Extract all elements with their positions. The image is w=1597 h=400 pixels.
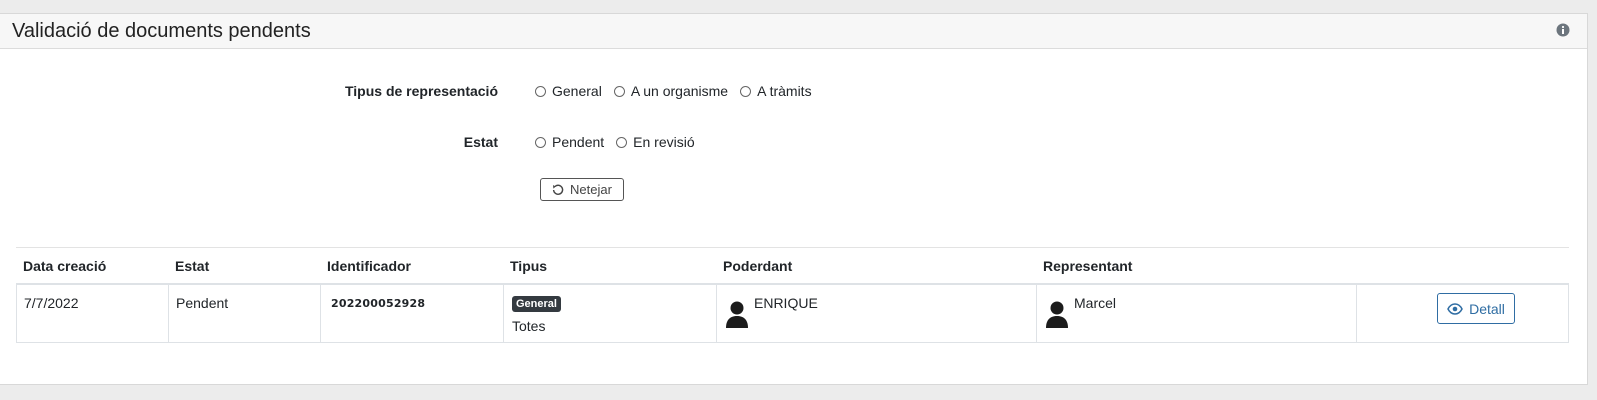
representation-label: Tipus de representació — [344, 83, 498, 99]
cell-identifier: 202200052928 — [331, 297, 426, 310]
radio-general[interactable]: General — [535, 83, 602, 99]
info-circle-icon[interactable] — [1556, 23, 1570, 37]
radio-label: En revisió — [633, 134, 695, 150]
column-header-status[interactable]: Estat — [175, 258, 209, 274]
cell-date: 7/7/2022 — [24, 295, 79, 311]
column-header-identifier[interactable]: Identificador — [327, 258, 411, 274]
rotate-left-icon — [552, 184, 564, 195]
column-header-date[interactable]: Data creació — [23, 258, 106, 274]
table-row: 7/7/2022 Pendent 202200052928 General To… — [16, 285, 1569, 343]
column-divider — [1036, 285, 1037, 342]
radio-button[interactable] — [535, 136, 546, 148]
radio-en-revisio[interactable]: En revisió — [616, 134, 695, 150]
column-divider — [716, 285, 717, 342]
radio-button[interactable] — [740, 85, 752, 97]
type-badge: General — [512, 296, 561, 312]
cell-representative: Marcel — [1074, 295, 1117, 311]
eye-icon — [1447, 302, 1463, 315]
radio-button[interactable] — [613, 85, 625, 97]
detail-button[interactable]: Detall — [1437, 293, 1515, 324]
panel-header: Validació de documents pendents — [0, 14, 1587, 49]
radio-pendent[interactable]: Pendent — [535, 134, 604, 150]
status-label: Estat — [463, 134, 498, 150]
column-header-grantor[interactable]: Poderdant — [723, 258, 792, 274]
radio-label: A un organisme — [630, 83, 729, 99]
radio-tramits[interactable]: A tràmits — [740, 83, 812, 99]
status-radio-group: Pendent En revisió — [535, 134, 707, 150]
radio-label: General — [552, 83, 602, 99]
cell-type-sub: Totes — [512, 318, 546, 334]
validation-panel: Validació de documents pendents Tipus de… — [0, 13, 1588, 385]
table-header: Data creació Estat Identificador Tipus P… — [16, 247, 1569, 285]
radio-organisme[interactable]: A un organisme — [613, 83, 729, 99]
clear-button[interactable]: Netejar — [540, 178, 624, 201]
radio-label: Pendent — [552, 134, 605, 150]
column-divider — [320, 285, 321, 342]
results-table: Data creació Estat Identificador Tipus P… — [16, 247, 1569, 343]
cell-grantor: ENRIQUE — [754, 295, 818, 311]
column-divider — [168, 285, 169, 342]
column-divider — [1356, 285, 1357, 342]
user-icon — [1046, 301, 1068, 328]
filter-representation-row: Tipus de representació General A un orga… — [0, 81, 1587, 103]
radio-label: A tràmits — [757, 83, 812, 99]
column-header-representative[interactable]: Representant — [1043, 258, 1132, 274]
filter-status-row: Estat Pendent En revisió — [0, 132, 1587, 154]
column-header-type[interactable]: Tipus — [510, 258, 547, 274]
user-icon — [726, 301, 748, 328]
detail-button-label: Detall — [1469, 300, 1505, 317]
page-title: Validació de documents pendents — [12, 20, 311, 42]
representation-radio-group: General A un organisme A tràmits — [535, 83, 824, 99]
radio-button[interactable] — [616, 136, 628, 148]
cell-status: Pendent — [176, 295, 229, 311]
column-divider — [503, 285, 504, 342]
radio-button[interactable] — [535, 85, 546, 97]
clear-button-label: Netejar — [570, 182, 612, 197]
